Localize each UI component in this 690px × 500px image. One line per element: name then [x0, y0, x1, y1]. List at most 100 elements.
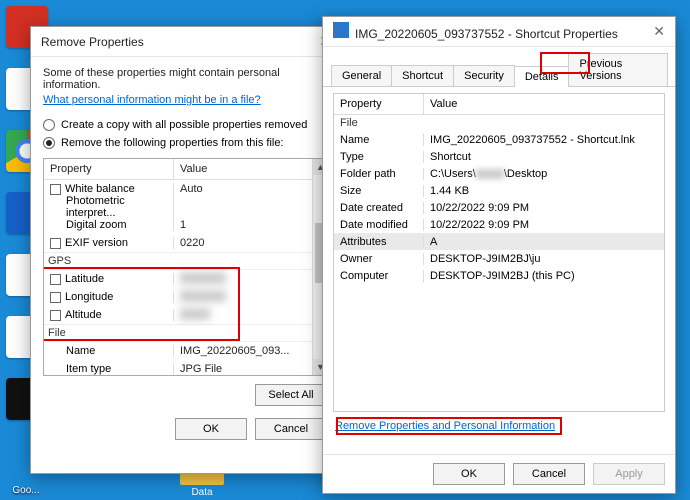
prop-value: 0220 — [174, 237, 312, 249]
desktop-icon-label: Goo... — [2, 483, 50, 496]
prop-value: IMG_20220605_093... — [174, 345, 312, 357]
properties-listbox: Property Value White balance Auto Photom… — [43, 158, 329, 376]
group-file: File — [334, 115, 664, 131]
table-row[interactable]: AttributesA — [334, 233, 664, 250]
blurred-value — [476, 169, 504, 179]
group-file: File — [44, 324, 312, 342]
checkbox[interactable] — [50, 184, 61, 195]
prop-label: Altitude — [65, 309, 102, 321]
titlebar: IMG_20220605_093737552 - Shortcut Proper… — [323, 17, 675, 47]
table-row[interactable]: Folder pathC:\Users\\Desktop — [334, 165, 664, 182]
prop-value: 1.44 KB — [424, 185, 664, 197]
prop-value: C:\Users\\Desktop — [424, 168, 664, 180]
tab-security[interactable]: Security — [453, 65, 515, 86]
select-all-button[interactable]: Select All — [255, 384, 327, 406]
table-row[interactable]: Date created10/22/2022 9:09 PM — [334, 199, 664, 216]
intro-text: Some of these properties might contain p… — [43, 67, 329, 91]
prop-label: Computer — [334, 270, 424, 282]
prop-label: White balance — [65, 183, 135, 195]
window-title: Remove Properties — [41, 35, 144, 49]
list-item[interactable]: Digital zoom 1 — [44, 216, 312, 234]
list-header: Property Value — [44, 159, 312, 180]
help-link[interactable]: What personal information might be in a … — [43, 94, 329, 106]
prop-label: Longitude — [65, 291, 113, 303]
col-property[interactable]: Property — [334, 94, 424, 114]
tab-details[interactable]: Details — [514, 66, 570, 87]
prop-value: Shortcut — [424, 151, 664, 163]
checkbox[interactable] — [50, 292, 61, 303]
blurred-value — [180, 290, 226, 302]
list-item[interactable]: Longitude — [44, 288, 312, 306]
list-item[interactable]: Photometric interpret... — [44, 198, 312, 216]
prop-label: Digital zoom — [66, 219, 127, 231]
col-value[interactable]: Value — [174, 159, 312, 179]
prop-label: Date modified — [334, 219, 424, 231]
remove-properties-link[interactable]: Remove Properties and Personal Informati… — [335, 420, 555, 432]
blurred-value — [180, 308, 210, 320]
checkbox[interactable] — [50, 238, 61, 249]
apply-button[interactable]: Apply — [593, 463, 665, 485]
prop-label: Attributes — [334, 236, 424, 248]
radio-remove-following[interactable]: Remove the following properties from thi… — [43, 137, 329, 149]
prop-label: Size — [334, 185, 424, 197]
group-gps: GPS — [44, 252, 312, 270]
cancel-button[interactable]: Cancel — [513, 463, 585, 485]
window-title: IMG_20220605_093737552 - Shortcut Proper… — [355, 27, 618, 41]
titlebar: Remove Properties ✕ — [31, 27, 341, 57]
prop-value: DESKTOP-J9IM2BJ (this PC) — [424, 270, 664, 282]
ok-button[interactable]: OK — [433, 463, 505, 485]
prop-label: Name — [66, 345, 95, 357]
prop-value: 1 — [174, 219, 312, 231]
prop-label: Date created — [334, 202, 424, 214]
ok-button[interactable]: OK — [175, 418, 247, 440]
checkbox[interactable] — [50, 310, 61, 321]
tab-general[interactable]: General — [331, 65, 392, 86]
prop-value: Auto — [174, 183, 312, 195]
prop-label: Type — [334, 151, 424, 163]
table-row[interactable]: OwnerDESKTOP-J9IM2BJ\ju — [334, 250, 664, 267]
remove-properties-dialog: Remove Properties ✕ Some of these proper… — [30, 26, 342, 474]
blurred-value — [180, 272, 226, 284]
col-value[interactable]: Value — [424, 94, 664, 114]
prop-label: Folder path — [334, 168, 424, 180]
details-table: Property Value File NameIMG_20220605_093… — [333, 93, 665, 412]
radio-icon — [43, 137, 55, 149]
radio-create-copy[interactable]: Create a copy with all possible properti… — [43, 119, 329, 131]
shortcut-properties-dialog: IMG_20220605_093737552 - Shortcut Proper… — [322, 16, 676, 494]
prop-label: Photometric interpret... — [66, 195, 173, 219]
prop-value: JPG File — [174, 363, 312, 375]
window-icon — [333, 22, 349, 38]
tab-shortcut[interactable]: Shortcut — [391, 65, 454, 86]
table-row[interactable]: Date modified10/22/2022 9:09 PM — [334, 216, 664, 233]
prop-label: Owner — [334, 253, 424, 265]
prop-value: 10/22/2022 9:09 PM — [424, 219, 664, 231]
list-item[interactable]: Item type JPG File — [44, 360, 312, 375]
folder-label: Data — [191, 487, 212, 498]
close-icon[interactable]: ✕ — [653, 23, 665, 40]
list-item[interactable]: EXIF version 0220 — [44, 234, 312, 252]
table-row[interactable]: ComputerDESKTOP-J9IM2BJ (this PC) — [334, 267, 664, 284]
prop-label: Latitude — [65, 273, 104, 285]
table-header: Property Value — [334, 94, 664, 115]
table-row[interactable]: NameIMG_20220605_093737552 - Shortcut.ln… — [334, 131, 664, 148]
tab-previous-versions[interactable]: Previous Versions — [568, 53, 668, 86]
prop-label: EXIF version — [65, 237, 128, 249]
table-row[interactable]: TypeShortcut — [334, 148, 664, 165]
table-row[interactable]: Size1.44 KB — [334, 182, 664, 199]
cancel-button[interactable]: Cancel — [255, 418, 327, 440]
radio-label: Create a copy with all possible properti… — [61, 119, 307, 131]
list-item[interactable]: Latitude — [44, 270, 312, 288]
radio-label: Remove the following properties from thi… — [61, 137, 284, 149]
prop-label: Item type — [66, 363, 111, 375]
list-item[interactable]: Altitude — [44, 306, 312, 324]
tabs: General Shortcut Security Details Previo… — [323, 47, 675, 87]
prop-value: 10/22/2022 9:09 PM — [424, 202, 664, 214]
prop-value: A — [424, 236, 664, 248]
prop-value: IMG_20220605_093737552 - Shortcut.lnk — [424, 134, 664, 146]
list-item[interactable]: Name IMG_20220605_093... — [44, 342, 312, 360]
radio-icon — [43, 119, 55, 131]
prop-value: DESKTOP-J9IM2BJ\ju — [424, 253, 664, 265]
prop-label: Name — [334, 134, 424, 146]
checkbox[interactable] — [50, 274, 61, 285]
col-property[interactable]: Property — [44, 159, 174, 179]
